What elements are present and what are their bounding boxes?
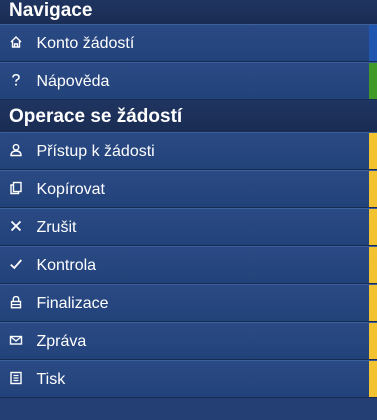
sidebar-item-label: Zpráva: [36, 333, 87, 350]
accent-strip: [369, 247, 377, 283]
accent-strip: [369, 25, 377, 61]
sidebar-panel: Navigace Konto žádostí Nápověda Operace …: [0, 0, 377, 420]
sidebar-item-zrusit[interactable]: Zrušit: [0, 208, 377, 246]
user-icon: [9, 143, 23, 157]
home-icon: [9, 35, 23, 49]
navigation-header: Navigace: [0, 0, 377, 24]
sidebar-item-kopirovat[interactable]: Kopírovat: [0, 170, 377, 208]
envelope-icon: [9, 333, 23, 347]
lock-icon: [9, 295, 23, 309]
sidebar-item-label: Nápověda: [36, 73, 110, 90]
sidebar-item-label: Kopírovat: [36, 181, 105, 198]
sidebar-item-napoveda[interactable]: Nápověda: [0, 62, 377, 100]
sidebar-item-label: Konto žádostí: [36, 35, 135, 52]
accent-strip: [369, 209, 377, 245]
sidebar-item-zprava[interactable]: Zpráva: [0, 322, 377, 360]
sidebar-item-kontrola[interactable]: Kontrola: [0, 246, 377, 284]
sidebar-item-konto-zadosti[interactable]: Konto žádostí: [0, 24, 377, 62]
operations-header: Operace se žádostí: [0, 100, 377, 132]
accent-strip: [369, 361, 377, 397]
sidebar-item-label: Finalizace: [36, 295, 109, 312]
sidebar-item-pristup-k-zadosti[interactable]: Přístup k žádosti: [0, 132, 377, 170]
copy-icon: [9, 181, 23, 195]
sidebar-item-label: Kontrola: [36, 257, 97, 274]
help-icon: [9, 73, 23, 87]
accent-strip: [369, 63, 377, 99]
accent-strip: [369, 285, 377, 321]
accent-strip: [369, 323, 377, 359]
sidebar-item-finalizace[interactable]: Finalizace: [0, 284, 377, 322]
sidebar-item-label: Zrušit: [36, 219, 77, 236]
sidebar-item-label: Tisk: [36, 371, 66, 388]
sidebar-item-label: Přístup k žádosti: [36, 143, 155, 160]
check-icon: [9, 257, 23, 271]
accent-strip: [369, 133, 377, 169]
sidebar-item-tisk[interactable]: Tisk: [0, 360, 377, 398]
accent-strip: [369, 171, 377, 207]
print-icon: [9, 371, 23, 385]
close-icon: [9, 219, 23, 233]
